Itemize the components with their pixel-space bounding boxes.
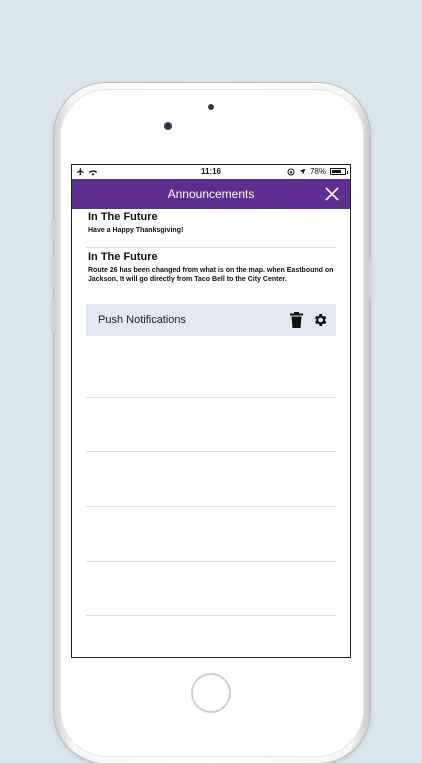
rotation-lock-icon	[287, 168, 295, 175]
divider	[86, 615, 336, 616]
divider	[86, 451, 336, 452]
trash-icon[interactable]	[290, 312, 303, 328]
announcement-body: Have a Happy Thanksgiving!	[88, 227, 184, 234]
divider	[86, 506, 336, 507]
announcement-title: In The Future	[88, 251, 158, 263]
battery-fill	[332, 170, 342, 173]
battery-icon	[330, 168, 348, 175]
close-icon[interactable]	[324, 186, 340, 202]
app-screen: 11:16 78% Announcements In The Future Ha…	[72, 165, 350, 657]
volume-up-button	[51, 256, 54, 290]
location-arrow-icon	[299, 168, 306, 175]
status-bar: 11:16 78%	[72, 165, 350, 179]
earpiece-speaker	[208, 104, 214, 110]
announcement-title: In The Future	[88, 211, 158, 223]
home-button[interactable]	[191, 673, 231, 713]
divider	[86, 397, 336, 398]
nav-bar: Announcements	[72, 179, 350, 209]
push-notifications-label: Push Notifications	[98, 314, 187, 326]
push-notifications-row[interactable]: Push Notifications	[86, 304, 336, 336]
page-title: Announcements	[167, 187, 255, 201]
announcement-body: Route 26 has been changed from what is o…	[88, 267, 334, 283]
volume-down-button	[51, 298, 54, 332]
announcement-item[interactable]: In The Future Route 26 has been changed …	[88, 251, 336, 284]
battery-percent: 78%	[309, 167, 326, 176]
front-camera	[164, 122, 172, 130]
divider	[86, 561, 336, 562]
announcement-item[interactable]: In The Future Have a Happy Thanksgiving!	[88, 211, 336, 235]
gear-icon[interactable]	[312, 312, 328, 328]
power-button	[368, 258, 371, 298]
divider	[86, 247, 336, 248]
mute-switch	[51, 220, 54, 240]
